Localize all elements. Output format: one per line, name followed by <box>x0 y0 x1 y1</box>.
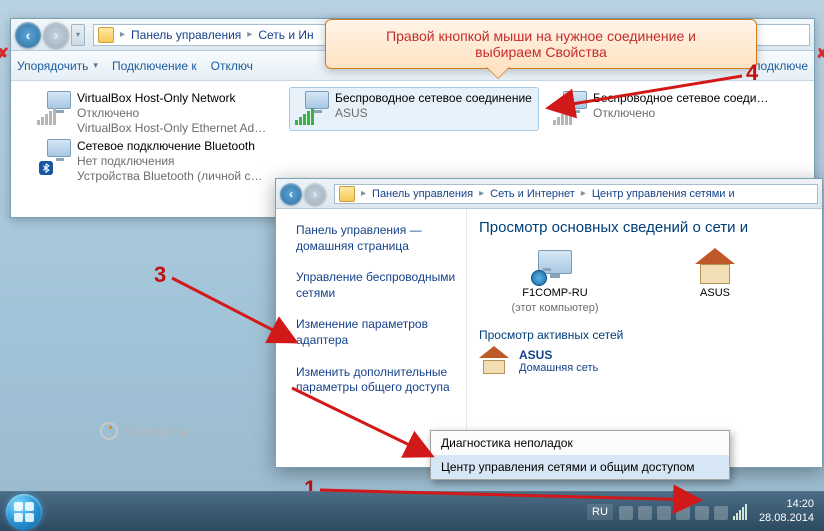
link-home[interactable]: Панель управления — домашняя страница <box>296 223 456 254</box>
tray-icon[interactable] <box>695 506 709 520</box>
breadcrumb-network-internet[interactable]: Сеть и Интернет <box>490 188 575 200</box>
active-network[interactable]: ASUS Домашняя сеть <box>479 348 822 374</box>
marker-4: 4 <box>746 62 758 84</box>
network-map: F1COMP-RU (этот компьютер) ASUS <box>495 250 822 314</box>
connection-status: Отключено <box>77 106 266 121</box>
tray-icon[interactable] <box>657 506 671 520</box>
menu-item-diagnostics[interactable]: Диагностика неполадок <box>431 431 729 455</box>
page-heading: Просмотр основных сведений о сети и <box>479 219 822 236</box>
chevron-right-icon: ▸ <box>579 188 588 199</box>
connections-list: ✘ VirtualBox Host-Only Network Отключено… <box>11 81 814 185</box>
connection-status: Отключено <box>593 106 773 121</box>
connection-title: Сетевое подключение Bluetooth <box>77 139 262 154</box>
tray-icons <box>619 504 747 520</box>
device-name: F1COMP-RU <box>522 287 587 299</box>
chevron-right-icon: ▸ <box>118 29 127 40</box>
folder-icon <box>98 27 114 43</box>
house-icon <box>479 348 509 374</box>
connection-subtitle: VirtualBox Host-Only Ethernet Ad… <box>77 121 266 136</box>
organize-menu[interactable]: Упорядочить <box>17 59 98 73</box>
start-button[interactable] <box>6 494 42 530</box>
breadcrumb-network-center[interactable]: Центр управления сетями и <box>592 188 735 200</box>
adapter-icon <box>293 91 329 127</box>
x-icon: ✘ <box>816 45 824 62</box>
disable-button[interactable]: Отключ <box>211 59 253 73</box>
nav-buttons: ‹ › ▾ <box>11 22 85 48</box>
adapter-icon <box>551 91 587 127</box>
connection-button-right[interactable]: подключе <box>754 59 808 73</box>
tray-icon[interactable] <box>676 506 690 520</box>
connection-item-bluetooth[interactable]: ✘ Сетевое подключение Bluetooth Нет подк… <box>31 135 281 179</box>
titlebar: ‹ › ▸ Панель управления ▸ Сеть и Интерне… <box>276 179 822 209</box>
tray-icon[interactable] <box>619 506 633 520</box>
menu-item-network-center[interactable]: Центр управления сетями и общим доступом <box>431 455 729 479</box>
breadcrumb-control-panel[interactable]: Панель управления <box>131 28 241 42</box>
callout-line1: Правой кнопкой мыши на нужное соединение… <box>340 28 742 44</box>
tray-network-context-menu: Диагностика неполадок Центр управления с… <box>430 430 730 480</box>
device-name: ASUS <box>700 287 730 299</box>
device-this-pc[interactable]: F1COMP-RU (этот компьютер) <box>495 250 615 314</box>
chevron-right-icon: ▸ <box>359 188 368 199</box>
connection-status: Нет подключения <box>77 154 262 169</box>
back-button[interactable]: ‹ <box>280 183 302 205</box>
forward-button[interactable]: › <box>43 22 69 48</box>
language-indicator[interactable]: RU <box>587 504 613 520</box>
adapter-icon <box>35 91 71 127</box>
device-sub: (этот компьютер) <box>511 302 598 314</box>
network-center-window: ‹ › ▸ Панель управления ▸ Сеть и Интерне… <box>275 178 823 468</box>
connection-item-wireless3[interactable]: Беспроводное сетевое соединение 3 Отключ… <box>547 87 777 131</box>
connection-title: VirtualBox Host-Only Network <box>77 91 266 106</box>
address-bar[interactable]: ▸ Панель управления ▸ Сеть и Интернет ▸ … <box>334 184 818 204</box>
connection-title: Беспроводное сетевое соединение 3 <box>593 91 773 106</box>
clock-time: 14:20 <box>759 498 814 511</box>
network-name: ASUS <box>519 348 598 362</box>
side-panel: Панель управления — домашняя страница Уп… <box>276 209 466 467</box>
computer-icon <box>535 250 575 284</box>
chevron-right-icon: ▸ <box>477 188 486 199</box>
clock[interactable]: 14:20 28.08.2014 <box>753 498 814 524</box>
folder-icon <box>339 186 355 202</box>
network-type[interactable]: Домашняя сеть <box>519 362 598 374</box>
system-tray: RU 14:20 28.08.2014 <box>587 498 818 524</box>
wifi-tray-icon[interactable] <box>733 504 747 520</box>
main-panel: Просмотр основных сведений о сети и F1CO… <box>466 209 822 467</box>
back-button[interactable]: ‹ <box>15 22 41 48</box>
connection-subtitle: ASUS <box>335 106 532 121</box>
callout-line2: выбираем Свойства <box>340 44 742 60</box>
connect-to-button[interactable]: Подключение к <box>112 59 197 73</box>
link-change-adapter[interactable]: Изменение параметров адаптера <box>296 317 456 348</box>
connection-title: Беспроводное сетевое соединение <box>335 91 532 106</box>
history-dropdown[interactable]: ▾ <box>71 24 85 46</box>
marker-3: 3 <box>154 264 166 286</box>
house-icon <box>695 250 735 284</box>
connection-subtitle: Устройства Bluetooth (личной с… <box>77 169 262 184</box>
link-manage-wireless[interactable]: Управление беспроводными сетями <box>296 270 456 301</box>
taskbar: RU 14:20 28.08.2014 <box>0 491 824 531</box>
watermark-icon <box>100 422 118 440</box>
instruction-callout: Правой кнопкой мыши на нужное соединение… <box>325 19 757 69</box>
link-advanced-sharing[interactable]: Изменить дополнительные параметры общего… <box>296 365 456 396</box>
clock-date: 28.08.2014 <box>759 512 814 525</box>
breadcrumb-network[interactable]: Сеть и Ин <box>258 28 313 42</box>
chevron-right-icon: ▸ <box>245 29 254 40</box>
watermark-text: f1comp.ru <box>124 423 186 439</box>
connection-item-wireless[interactable]: Беспроводное сетевое соединение ASUS <box>289 87 539 131</box>
adapter-icon <box>35 139 71 175</box>
speaker-icon[interactable] <box>714 506 728 520</box>
bluetooth-icon <box>39 161 53 175</box>
watermark: f1comp.ru <box>100 422 186 440</box>
connection-item-vbox[interactable]: ✘ VirtualBox Host-Only Network Отключено… <box>31 87 281 131</box>
forward-button[interactable]: › <box>304 183 326 205</box>
device-router[interactable]: ASUS <box>655 250 775 314</box>
x-icon: ✘ <box>0 45 9 62</box>
breadcrumb-control-panel[interactable]: Панель управления <box>372 188 473 200</box>
active-networks-title: Просмотр активных сетей <box>479 328 822 342</box>
tray-icon[interactable] <box>638 506 652 520</box>
